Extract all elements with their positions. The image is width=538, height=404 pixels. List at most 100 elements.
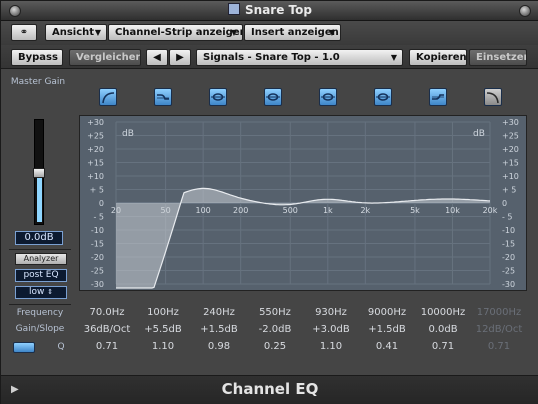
analyzer-button[interactable]: Analyzer <box>15 253 67 265</box>
db-tick-left: +15 <box>87 159 104 168</box>
low-cut-icon <box>102 92 115 104</box>
bypass-button[interactable]: Bypass <box>11 49 63 66</box>
band-2-frequency-value[interactable]: 100Hz <box>135 307 191 318</box>
db-tick-right: + 5 <box>502 186 516 195</box>
band-5-button[interactable] <box>319 88 337 106</box>
band-7-frequency-value[interactable]: 10000Hz <box>415 307 471 318</box>
band-3-button[interactable] <box>209 88 227 106</box>
band-4-button[interactable] <box>264 88 282 106</box>
band-8-q-value[interactable]: 0.71 <box>471 341 527 352</box>
band-7-gain-value[interactable]: 0.0dB <box>415 324 471 335</box>
band-1-q-value[interactable]: 0.71 <box>79 341 135 352</box>
band-4-gain-value[interactable]: -2.0dB <box>247 324 303 335</box>
copy-button[interactable]: Kopieren <box>409 49 467 66</box>
band-2-q-value[interactable]: 1.10 <box>135 341 191 352</box>
prev-preset-button[interactable]: ◀ <box>146 49 168 66</box>
stepper-icon: ⇕ <box>47 288 54 296</box>
arrow-right-icon: ▶ <box>176 52 184 63</box>
db-tick-right: -20 <box>502 253 515 262</box>
master-gain-slider[interactable] <box>33 119 45 225</box>
freq-tick: 20k <box>483 206 498 215</box>
toolbar-row-1: ⚭ Ansicht ▼ Channel-Strip anzeigen ▼ Inser… <box>1 21 538 45</box>
db-tick-right: -15 <box>502 240 515 249</box>
channel-strip-menu[interactable]: Channel-Strip anzeigen ▼ <box>108 24 243 41</box>
preset-menu[interactable]: Signals - Snare Top - 1.0 ▼ <box>196 49 403 66</box>
chevron-down-icon: ▼ <box>94 28 101 37</box>
track-icon <box>228 3 241 15</box>
divider <box>9 249 71 250</box>
compare-button[interactable]: Vergleichen <box>69 49 141 66</box>
view-menu[interactable]: Ansicht ▼ <box>45 24 107 41</box>
band-5-frequency-value[interactable]: 930Hz <box>303 307 359 318</box>
band-2-button[interactable] <box>154 88 172 106</box>
db-tick-left: +10 <box>87 172 104 181</box>
band-5-gain-value[interactable]: +3.0dB <box>303 324 359 335</box>
window-title: Snare Top <box>1 3 538 17</box>
band-6-q-value[interactable]: 0.41 <box>359 341 415 352</box>
gain-q-couple-button[interactable] <box>13 342 35 353</box>
link-button[interactable]: ⚭ <box>11 24 37 41</box>
bell-icon <box>376 93 390 101</box>
master-gain-value[interactable]: 0.0dB <box>15 231 63 245</box>
high-shelf-icon <box>432 94 444 100</box>
band-7-button[interactable] <box>429 88 447 106</box>
gain-slope-label: Gain/Slope <box>15 324 65 334</box>
band-parameters: Frequency Gain/Slope Q 70.0Hz 36dB/Oct 0.7… <box>5 299 531 355</box>
db-tick-right: +15 <box>502 159 519 168</box>
freq-tick: 5k <box>410 206 420 215</box>
footer: ▶ Channel EQ <box>1 375 538 404</box>
eq-graph-canvas: +30 +30 +25 +25 +20 +20 +15 +15 +10 +10 + 5 + 5 0 0 - … <box>87 118 519 289</box>
bell-icon <box>321 93 335 101</box>
db-tick-left: +30 <box>87 118 104 127</box>
db-tick-left: +25 <box>87 132 104 141</box>
band-4-frequency-value[interactable]: 550Hz <box>247 307 303 318</box>
freq-tick: 2k <box>360 206 370 215</box>
band-8-gain-value[interactable]: 12dB/Oct <box>471 324 527 335</box>
plugin-window: Snare Top ⚭ Ansicht ▼ Channel-Strip anzei… <box>0 0 538 404</box>
band-3-q-value[interactable]: 0.98 <box>191 341 247 352</box>
band-2-gain-value[interactable]: +5.5dB <box>135 324 191 335</box>
master-gain-knob[interactable] <box>33 168 45 178</box>
db-tick-left: 0 <box>99 199 104 208</box>
db-tick-left: + 5 <box>90 186 104 195</box>
band-4-q-value[interactable]: 0.25 <box>247 341 303 352</box>
db-tick-left: - 5 <box>93 213 104 222</box>
db-tick-left: -25 <box>91 267 104 276</box>
band-5-q-value[interactable]: 1.10 <box>303 341 359 352</box>
band-1-gain-value[interactable]: 36dB/Oct <box>79 324 135 335</box>
band-3-gain-value[interactable]: +1.5dB <box>191 324 247 335</box>
eq-graph[interactable]: +30 +30 +25 +25 +20 +20 +15 +15 +10 +10 + 5 + 5 0 0 - … <box>79 115 527 291</box>
db-tick-left: +20 <box>87 145 104 154</box>
eq-panel: Master Gain 0.0dB Analyzer post EQ low ⇕… <box>1 69 538 375</box>
db-tick-right: -30 <box>502 280 515 289</box>
db-tick-right: - 5 <box>502 213 513 222</box>
db-tick-left: -20 <box>91 253 104 262</box>
freq-tick: 100 <box>195 206 210 215</box>
freq-tick: 500 <box>283 206 298 215</box>
analyzer-resolution-select[interactable]: low ⇕ <box>15 286 67 299</box>
master-gain-fill <box>37 172 42 222</box>
bell-icon <box>266 93 280 101</box>
insert-menu[interactable]: Insert anzeigen ▼ <box>244 24 341 41</box>
freq-tick: 1k <box>323 206 333 215</box>
db-tick-right: -10 <box>502 226 515 235</box>
band-6-gain-value[interactable]: +1.5dB <box>359 324 415 335</box>
db-tick-right: +10 <box>502 172 519 181</box>
toolbar-row-2: Bypass Vergleichen ◀ ▶ Signals - Snare T… <box>1 45 538 69</box>
band-3-frequency-value[interactable]: 240Hz <box>191 307 247 318</box>
chevron-down-icon: ▼ <box>328 28 335 37</box>
band-6-frequency-value[interactable]: 9000Hz <box>359 307 415 318</box>
band-8-frequency-value[interactable]: 17000Hz <box>471 307 527 318</box>
db-tick-right: 0 <box>502 199 507 208</box>
band-8-button[interactable] <box>484 88 502 106</box>
analyzer-mode-select[interactable]: post EQ <box>15 269 67 282</box>
band-7-q-value[interactable]: 0.71 <box>415 341 471 352</box>
db-tick-right: +20 <box>502 145 519 154</box>
band-6-button[interactable] <box>374 88 392 106</box>
paste-button[interactable]: Einsetzen <box>469 49 527 66</box>
freq-tick: 10k <box>445 206 460 215</box>
band-1-button[interactable] <box>99 88 117 106</box>
chevron-down-icon: ▼ <box>230 28 237 37</box>
next-preset-button[interactable]: ▶ <box>169 49 191 66</box>
band-1-frequency-value[interactable]: 70.0Hz <box>79 307 135 318</box>
